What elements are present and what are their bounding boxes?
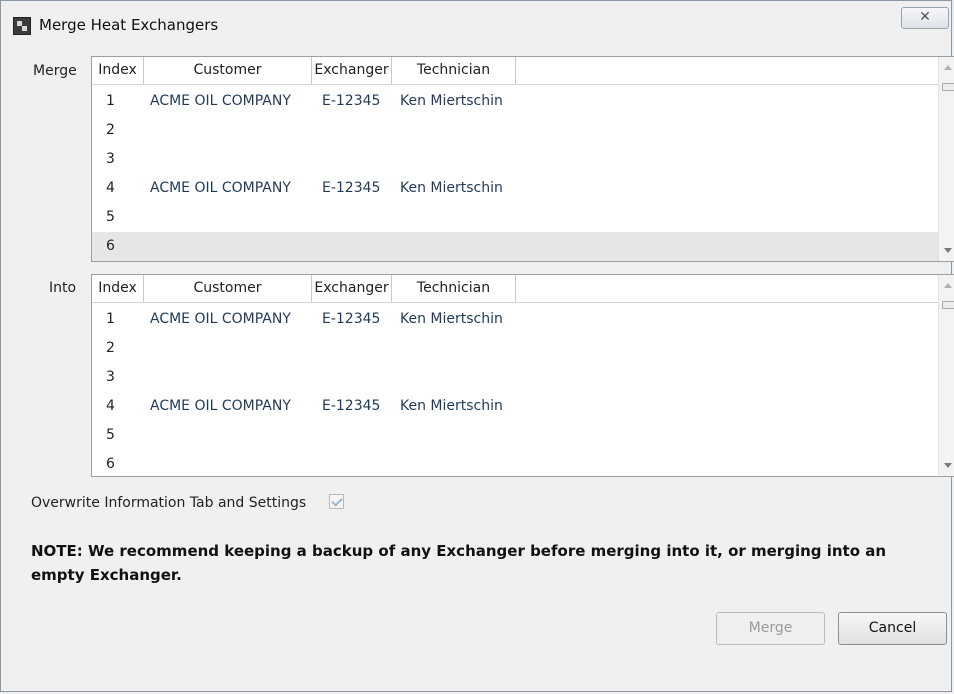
cell-exchanger [322,116,400,145]
cell-exchanger [322,421,400,450]
cell-customer: ACME OIL COMPANY [150,93,291,109]
cell-exchanger [322,203,400,232]
table-row[interactable]: 5 [92,203,940,232]
cell-index: 2 [106,122,115,138]
cell-exchanger: E-12345 [322,180,381,196]
cell-technician [400,203,530,232]
cell-exchanger [322,334,400,363]
cell-index: 6 [106,238,115,254]
scroll-up-arrow-icon[interactable] [944,65,952,70]
table-row[interactable]: 3 [92,363,940,392]
merge-grid[interactable]: Index Customer Exchanger Technician 1 ACM… [91,56,954,262]
table-row[interactable]: 4 ACME OIL COMPANY E-12345 Ken Miertschin [92,174,940,203]
cell-technician: Ken Miertschin [400,311,503,327]
scroll-down-arrow-icon[interactable] [944,463,952,468]
cell-index: 1 [106,93,115,109]
overwrite-checkbox[interactable] [329,494,344,509]
table-row[interactable]: 1 ACME OIL COMPANY E-12345 Ken Miertschin [92,87,940,116]
into-label: Into [49,280,77,296]
table-row[interactable]: 3 [92,145,940,174]
cell-technician [400,421,530,450]
column-header-customer[interactable]: Customer [144,57,312,84]
into-scrollbar[interactable] [938,275,954,476]
cell-index: 6 [106,456,115,472]
cell-technician [400,334,530,363]
cell-index: 4 [106,180,115,196]
cell-customer [150,232,320,261]
cell-index: 5 [106,209,115,225]
cell-index: 5 [106,427,115,443]
table-row[interactable]: 1 ACME OIL COMPANY E-12345 Ken Miertschin [92,305,940,334]
table-row[interactable]: 2 [92,116,940,145]
cell-customer [150,145,320,174]
table-row[interactable]: 4 ACME OIL COMPANY E-12345 Ken Miertschin [92,392,940,421]
column-header-exchanger[interactable]: Exchanger [312,275,392,302]
cell-index: 2 [106,340,115,356]
cell-customer [150,334,320,363]
column-header-index[interactable]: Index [92,57,144,84]
column-header-technician[interactable]: Technician [392,57,516,84]
title-bar: Merge Heat Exchangers ✕ [1,1,953,45]
cell-customer: ACME OIL COMPANY [150,180,291,196]
into-grid[interactable]: Index Customer Exchanger Technician 1 ACM… [91,274,954,477]
backup-note: NOTE: We recommend keeping a backup of a… [31,542,887,584]
cell-customer [150,363,320,392]
app-icon [13,17,31,35]
cell-technician [400,116,530,145]
cell-technician [400,363,530,392]
cell-technician: Ken Miertschin [400,93,503,109]
close-icon: ✕ [919,9,931,25]
overwrite-label: Overwrite Information Tab and Settings [31,495,307,511]
cell-exchanger: E-12345 [322,311,381,327]
cell-customer: ACME OIL COMPANY [150,311,291,327]
cell-technician: Ken Miertschin [400,398,503,414]
table-row[interactable]: 6 [92,450,940,476]
table-row[interactable]: 6 [92,232,940,261]
table-row[interactable]: 2 [92,334,940,363]
scroll-down-arrow-icon[interactable] [944,248,952,253]
column-header-customer[interactable]: Customer [144,275,312,302]
into-grid-header: Index Customer Exchanger Technician [92,275,940,303]
merge-label: Merge [33,63,77,79]
merge-grid-header: Index Customer Exchanger Technician [92,57,940,85]
cell-technician [400,145,530,174]
column-header-exchanger[interactable]: Exchanger [312,57,392,84]
column-header-index[interactable]: Index [92,275,144,302]
cell-technician [400,232,530,261]
cell-customer [150,116,320,145]
merge-scrollbar[interactable] [938,57,954,261]
scroll-thumb[interactable] [942,301,954,309]
cell-exchanger [322,145,400,174]
cell-exchanger [322,232,400,261]
cell-index: 4 [106,398,115,414]
window-title: Merge Heat Exchangers [39,16,219,34]
merge-dialog: Merge Heat Exchangers ✕ Merge Index Cust… [0,0,954,692]
cell-customer [150,450,320,476]
merge-button[interactable]: Merge [716,612,825,645]
cell-customer [150,203,320,232]
cell-exchanger: E-12345 [322,398,381,414]
table-row[interactable]: 5 [92,421,940,450]
cell-technician [400,450,530,476]
cell-index: 1 [106,311,115,327]
close-button[interactable]: ✕ [901,7,949,29]
cell-customer [150,421,320,450]
cell-customer: ACME OIL COMPANY [150,398,291,414]
cell-exchanger: E-12345 [322,93,381,109]
cancel-button[interactable]: Cancel [838,612,947,645]
cell-exchanger [322,450,400,476]
cell-exchanger [322,363,400,392]
cell-technician: Ken Miertschin [400,180,503,196]
scroll-thumb[interactable] [942,83,954,91]
cell-index: 3 [106,369,115,385]
scroll-up-arrow-icon[interactable] [944,283,952,288]
column-header-technician[interactable]: Technician [392,275,516,302]
cell-index: 3 [106,151,115,167]
